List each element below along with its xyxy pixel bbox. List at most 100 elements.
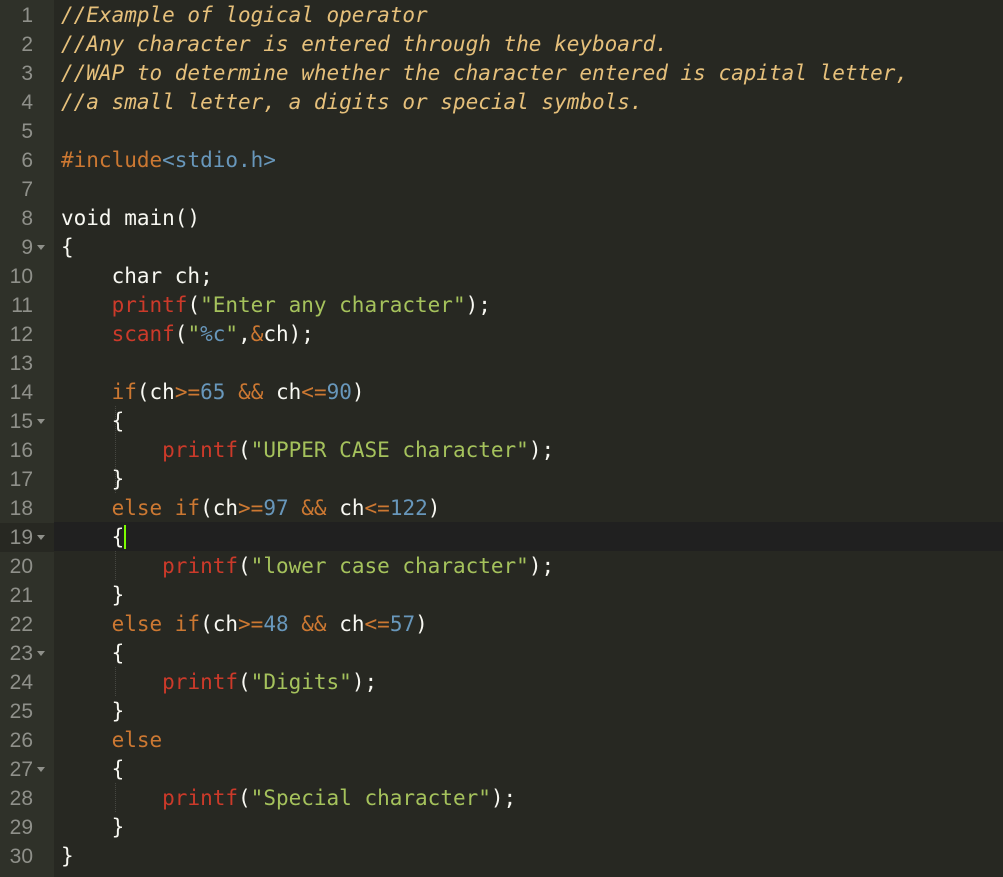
code-token: >= [238, 612, 264, 636]
line-number: 24 [9, 671, 33, 694]
code-token: ch); [263, 322, 314, 346]
code-line[interactable]: { [61, 755, 125, 784]
code-editor[interactable]: 1 2 3 4 5 6 7 8 9 10 11 12 13 14 15 16 17 18 19 20 21 22 23 24 2… [0, 0, 1003, 877]
code-line[interactable]: //WAP to determine whether the character… [61, 59, 908, 88]
code-token: char ch; [61, 264, 213, 288]
gutter-row: 25 [0, 697, 54, 726]
code-token: 48 [263, 612, 289, 636]
gutter-row: 8 [0, 204, 54, 233]
line-number: 29 [9, 816, 33, 839]
code-token: >= [174, 380, 201, 404]
code-token: //Example of logical operator [61, 3, 428, 27]
code-token: " [187, 322, 201, 346]
code-token: <stdio.h> [162, 148, 276, 172]
line-number: 9 [21, 236, 33, 259]
code-token: <= [301, 380, 327, 404]
code-token: if [111, 380, 137, 404]
code-line[interactable]: { [61, 407, 125, 436]
code-line[interactable]: } [61, 813, 125, 842]
code-line[interactable]: //Example of logical operator [61, 1, 428, 30]
code-line[interactable]: scanf("%c",&ch); [61, 320, 314, 349]
line-number: 17 [9, 468, 33, 491]
code-token: else if [111, 496, 201, 520]
gutter-row: 9 [0, 233, 54, 262]
line-number: 2 [21, 33, 33, 56]
line-number: 10 [9, 265, 33, 288]
code-line[interactable]: //Any character is entered through the k… [61, 30, 668, 59]
code-line[interactable]: printf("Digits"); [61, 668, 377, 697]
fold-arrow-icon[interactable] [37, 651, 45, 656]
gutter-row: 1 [0, 1, 54, 30]
code-token: (ch [200, 496, 239, 520]
code-line[interactable]: if(ch>=65 && ch<=90) [61, 378, 365, 407]
fold-arrow-icon[interactable] [37, 419, 45, 424]
gutter-row: 6 [0, 146, 54, 175]
code-token: "Special character" [250, 786, 491, 810]
code-line[interactable]: printf("lower case character"); [61, 552, 554, 581]
code-line[interactable]: } [61, 581, 125, 610]
code-line[interactable]: else [61, 726, 163, 755]
gutter-row: 19 [0, 523, 54, 552]
line-number: 15 [9, 410, 33, 433]
fold-arrow-icon[interactable] [37, 767, 45, 772]
code-token: && [301, 496, 327, 520]
code-token: , [238, 322, 251, 346]
code-token: } [61, 699, 125, 723]
code-token: 90 [326, 380, 352, 404]
code-token: ( [238, 554, 251, 578]
code-line[interactable]: printf("Special character"); [61, 784, 516, 813]
active-line-highlight [54, 522, 1003, 551]
code-token: } [61, 467, 125, 491]
code-token: ch [326, 612, 365, 636]
code-token: && [238, 380, 264, 404]
code-line[interactable]: { [61, 233, 74, 262]
code-token: "Enter any character" [200, 293, 466, 317]
fold-arrow-icon[interactable] [37, 535, 45, 540]
code-line[interactable]: char ch; [61, 262, 213, 291]
gutter-row: 14 [0, 378, 54, 407]
line-number: 4 [21, 91, 33, 114]
code-line[interactable]: { [61, 639, 125, 668]
line-number: 13 [9, 352, 33, 375]
gutter-row: 23 [0, 639, 54, 668]
code-line[interactable]: //a small letter, a digits or special sy… [61, 88, 643, 117]
code-line[interactable]: void main() [61, 204, 200, 233]
code-line[interactable]: } [61, 465, 125, 494]
gutter-row: 4 [0, 88, 54, 117]
line-number: 25 [9, 700, 33, 723]
code-token: printf [162, 670, 239, 694]
code-area[interactable]: //Example of logical operator //Any chara… [54, 0, 1003, 877]
fold-arrow-icon[interactable] [37, 245, 45, 250]
line-number: 26 [9, 729, 33, 752]
gutter-row: 16 [0, 436, 54, 465]
code-line[interactable]: printf("Enter any character"); [61, 291, 491, 320]
line-number: 20 [9, 555, 33, 578]
gutter-row: 26 [0, 726, 54, 755]
code-token: { [61, 235, 74, 259]
line-number: 23 [9, 642, 33, 665]
line-number: 27 [9, 758, 33, 781]
code-line[interactable]: else if(ch>=48 && ch<=57) [61, 610, 428, 639]
code-line[interactable]: #include<stdio.h> [61, 146, 276, 175]
line-number: 6 [21, 149, 33, 172]
code-token: "UPPER CASE character" [250, 438, 529, 462]
code-line[interactable]: { [61, 523, 127, 552]
code-token: printf [111, 293, 188, 317]
code-token: printf [162, 438, 239, 462]
code-line[interactable]: else if(ch>=97 && ch<=122) [61, 494, 441, 523]
code-token: 97 [263, 496, 289, 520]
code-token: printf [162, 554, 239, 578]
code-token: " [225, 322, 239, 346]
code-line[interactable]: printf("UPPER CASE character"); [61, 436, 554, 465]
code-line[interactable]: } [61, 842, 74, 871]
code-line[interactable]: } [61, 697, 125, 726]
code-token: //WAP to determine whether the character… [61, 61, 909, 85]
code-token: ); [351, 670, 378, 694]
code-token: ch [326, 496, 365, 520]
